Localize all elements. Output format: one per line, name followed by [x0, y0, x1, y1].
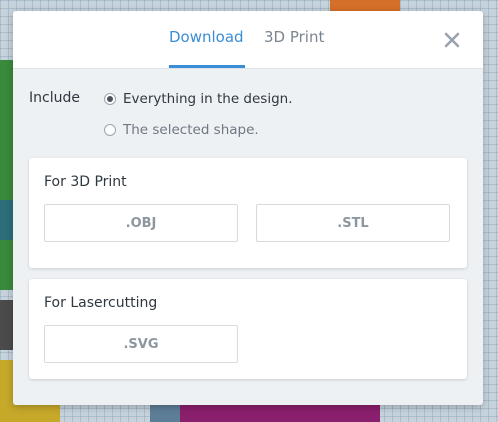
include-label: Include: [29, 90, 80, 106]
close-button[interactable]: [443, 31, 461, 49]
download-dialog: Download 3D Print Include Everything in …: [13, 11, 483, 405]
obj-button[interactable]: .OBJ: [44, 204, 238, 242]
dialog-header: Download 3D Print: [13, 11, 483, 69]
radio-everything[interactable]: Everything in the design.: [104, 90, 293, 108]
card-title-lasercutting: For Lasercutting: [44, 295, 158, 311]
tab-3d-print[interactable]: 3D Print: [264, 28, 324, 46]
radio-label-selected-shape: The selected shape.: [123, 122, 259, 138]
blue-shape: [150, 405, 180, 422]
radio-selected-shape[interactable]: The selected shape.: [104, 121, 259, 139]
radio-unchecked-icon[interactable]: [104, 124, 116, 136]
radio-checked-icon[interactable]: [104, 93, 116, 105]
stl-button[interactable]: .STL: [256, 204, 450, 242]
card-title-3d-print: For 3D Print: [44, 174, 127, 190]
active-tab-indicator: [169, 65, 245, 68]
card-lasercutting: For Lasercutting .SVG: [29, 279, 467, 379]
tab-download[interactable]: Download: [169, 28, 244, 46]
radio-label-everything: Everything in the design.: [123, 91, 293, 107]
card-3d-print: For 3D Print .OBJ .STL: [29, 158, 467, 268]
purple-shape: [180, 405, 380, 422]
close-icon: [444, 32, 460, 48]
svg-button[interactable]: .SVG: [44, 325, 238, 363]
